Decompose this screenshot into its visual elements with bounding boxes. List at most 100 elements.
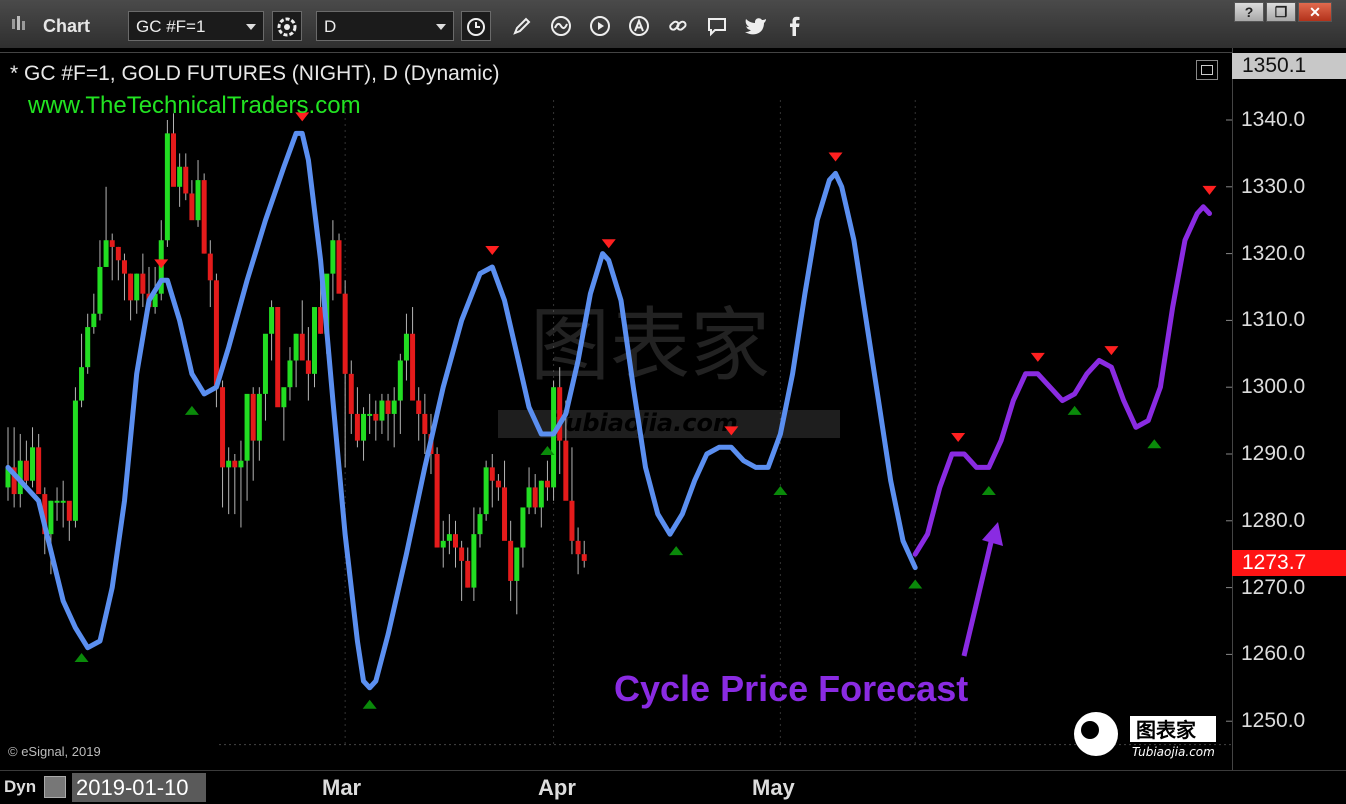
logo-text: 图表家 xyxy=(1136,718,1197,742)
draw-pencil-icon[interactable] xyxy=(507,11,537,41)
symbol-settings-gear-icon[interactable] xyxy=(272,11,302,41)
peak-marker xyxy=(1104,346,1119,356)
candle-down xyxy=(336,240,342,294)
candle-down xyxy=(213,280,219,388)
candle-down xyxy=(207,253,213,281)
facebook-icon[interactable] xyxy=(780,11,810,41)
chart-plot-area[interactable]: 图表家 Tubiaojia.com 图表家 Tubiaojia.com * GC… xyxy=(0,48,1232,770)
peak-marker xyxy=(154,259,169,269)
candle-down xyxy=(171,133,177,187)
window-title: Chart xyxy=(43,16,91,36)
forecast-annotation: Cycle Price Forecast xyxy=(614,668,969,709)
help-button[interactable]: ? xyxy=(1234,2,1264,22)
chart-title: * GC #F=1, GOLD FUTURES (NIGHT), D (Dyna… xyxy=(10,62,500,85)
candle-up xyxy=(54,500,60,503)
candle-up xyxy=(238,460,244,468)
candle-up xyxy=(330,240,336,274)
y-tick-label: 1260.0 xyxy=(1241,642,1306,666)
y-tick-label: 1330.0 xyxy=(1241,174,1306,198)
twitter-icon[interactable] xyxy=(741,11,771,41)
trough-marker xyxy=(362,699,377,709)
candle-down xyxy=(115,246,121,261)
candle-down xyxy=(465,560,471,588)
candle-down xyxy=(299,333,305,361)
price-axis[interactable]: 1340.0 1330.0 1320.0 1310.0 1300.0 1290.0 1280… xyxy=(1232,48,1346,770)
candle-up xyxy=(30,447,36,481)
candle-down xyxy=(305,360,311,374)
candle-down xyxy=(220,387,226,468)
candle-down xyxy=(66,500,72,521)
play-icon[interactable] xyxy=(585,11,615,41)
candle-up xyxy=(397,360,403,401)
trough-marker xyxy=(1067,405,1082,415)
candle-down xyxy=(422,413,428,434)
start-date-field[interactable]: 2019-01-10 xyxy=(72,773,206,802)
candle-down xyxy=(502,487,508,541)
candle-down xyxy=(410,333,416,401)
y-tick-label: 1340.0 xyxy=(1241,108,1306,131)
candle-down xyxy=(140,273,146,294)
y-tick-label: 1300.0 xyxy=(1241,375,1306,399)
dyn-mode-button[interactable]: Dyn xyxy=(4,774,38,800)
candle-up xyxy=(195,180,201,221)
candle-down xyxy=(342,293,348,374)
candle-down xyxy=(575,540,581,555)
candle-down xyxy=(275,307,281,408)
website-label[interactable]: www.TheTechnicalTraders.com xyxy=(28,92,361,120)
candle-up xyxy=(471,534,477,588)
candle-up xyxy=(97,266,103,314)
restore-button[interactable]: ❐ xyxy=(1266,2,1296,22)
study-wave-icon[interactable] xyxy=(546,11,576,41)
interval-select[interactable]: D xyxy=(316,11,454,41)
y-tick-label: 1250.0 xyxy=(1241,709,1306,733)
maximize-pane-icon[interactable] xyxy=(1196,60,1218,80)
candle-up xyxy=(85,327,91,368)
lock-icon[interactable] xyxy=(44,776,66,798)
candle-up xyxy=(226,460,232,468)
candle-up xyxy=(269,307,275,334)
candle-down xyxy=(581,554,587,561)
candle-up xyxy=(477,514,483,535)
candle-up xyxy=(103,240,109,267)
watermark-text: 图表家 xyxy=(530,299,770,392)
peak-marker xyxy=(485,245,500,255)
candle-up xyxy=(538,480,544,508)
top-price-tag: 1350.1 xyxy=(1232,53,1346,79)
candle-up xyxy=(281,387,287,408)
trough-marker xyxy=(908,579,923,589)
candle-down xyxy=(532,487,538,508)
candle-up xyxy=(379,400,385,421)
candle-up xyxy=(483,467,489,515)
candlestick-series xyxy=(5,113,587,615)
candle-down xyxy=(232,460,238,468)
candle-down xyxy=(489,467,495,481)
candle-down xyxy=(354,413,360,441)
y-tick-label: 1310.0 xyxy=(1241,308,1306,332)
candle-up xyxy=(440,540,446,548)
symbol-select[interactable]: GC #F=1 xyxy=(128,11,264,41)
candle-down xyxy=(569,500,575,541)
x-tick-label: Apr xyxy=(538,775,576,800)
close-button[interactable]: ✕ xyxy=(1298,2,1332,22)
candle-down xyxy=(544,480,550,488)
peak-marker xyxy=(951,433,966,442)
chevron-down-icon xyxy=(436,24,446,30)
link-icon[interactable] xyxy=(663,11,693,41)
trough-marker xyxy=(981,486,996,496)
comment-icon[interactable] xyxy=(702,11,732,41)
peak-marker xyxy=(1202,185,1217,195)
forecast-line xyxy=(912,204,1212,557)
forecast-arrow xyxy=(961,522,1003,657)
alert-icon[interactable] xyxy=(624,11,654,41)
time-axis[interactable]: Dyn 2019-01-10 Mar Apr May xyxy=(0,770,1346,804)
candle-up xyxy=(48,500,54,535)
candle-down xyxy=(452,534,458,548)
candle-up xyxy=(262,333,268,394)
candle-up xyxy=(312,307,317,374)
y-tick-label: 1270.0 xyxy=(1241,575,1306,599)
peak-marker xyxy=(1030,352,1045,362)
candle-down xyxy=(416,400,422,414)
peak-marker xyxy=(828,152,843,162)
candle-up xyxy=(526,487,532,508)
interval-clock-icon[interactable] xyxy=(461,11,491,41)
